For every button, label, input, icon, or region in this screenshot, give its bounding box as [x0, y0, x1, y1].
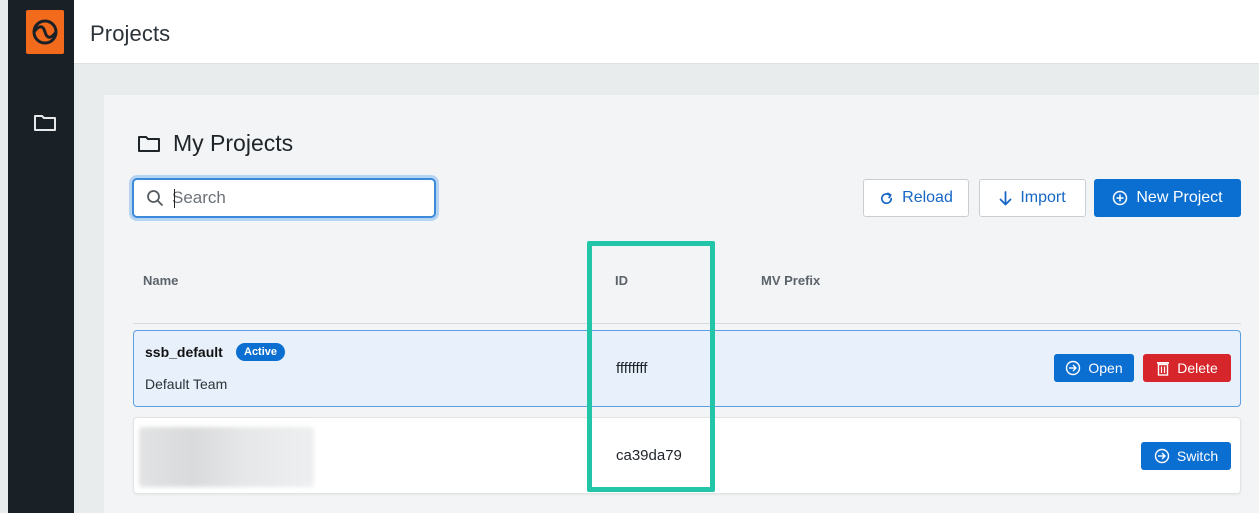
- new-project-button[interactable]: New Project: [1094, 179, 1241, 217]
- folder-icon[interactable]: [33, 113, 57, 133]
- section-heading: My Projects: [137, 130, 293, 157]
- search-field[interactable]: [132, 178, 436, 218]
- column-header-name[interactable]: Name: [143, 273, 178, 288]
- import-button[interactable]: Import: [979, 179, 1086, 217]
- arrow-down-icon: [999, 190, 1012, 205]
- open-button[interactable]: Open: [1054, 354, 1134, 382]
- side-rail: [8, 0, 74, 513]
- switch-button[interactable]: Switch: [1141, 442, 1231, 470]
- arrow-right-circle-icon: [1154, 448, 1170, 464]
- open-label: Open: [1088, 360, 1123, 376]
- project-name: ssb_default: [145, 344, 223, 360]
- plus-circle-icon: [1113, 190, 1128, 206]
- app-logo-icon[interactable]: [26, 10, 64, 54]
- trash-icon: [1157, 361, 1170, 376]
- header-divider: [133, 323, 1241, 324]
- search-icon: [147, 190, 163, 206]
- column-header-mv-prefix[interactable]: MV Prefix: [761, 273, 820, 288]
- reload-label: Reload: [902, 189, 953, 206]
- top-header: Projects: [74, 0, 1259, 64]
- text-caret: [174, 189, 175, 208]
- status-badge: Active: [236, 343, 286, 361]
- team-name: Default Team: [145, 376, 228, 392]
- search-input[interactable]: [172, 188, 412, 208]
- project-id: ffffffff: [616, 360, 648, 377]
- arrow-right-circle-icon: [1066, 360, 1081, 376]
- section-title: My Projects: [173, 130, 294, 156]
- table-row[interactable]: ssb_default Active Default Team ffffffff…: [133, 330, 1241, 407]
- folder-icon: [138, 135, 160, 152]
- delete-label: Delete: [1177, 360, 1218, 376]
- page-title: Projects: [90, 21, 171, 46]
- column-header-id[interactable]: ID: [615, 273, 628, 288]
- import-label: Import: [1020, 189, 1066, 206]
- reload-button[interactable]: Reload: [863, 179, 969, 217]
- redacted-project-name: [139, 427, 314, 487]
- delete-button[interactable]: Delete: [1143, 354, 1231, 382]
- switch-label: Switch: [1176, 448, 1219, 464]
- new-project-label: New Project: [1136, 189, 1223, 206]
- table-row[interactable]: ca39da79 Switch: [133, 417, 1241, 494]
- project-id: ca39da79: [616, 447, 682, 464]
- refresh-icon: [881, 192, 893, 204]
